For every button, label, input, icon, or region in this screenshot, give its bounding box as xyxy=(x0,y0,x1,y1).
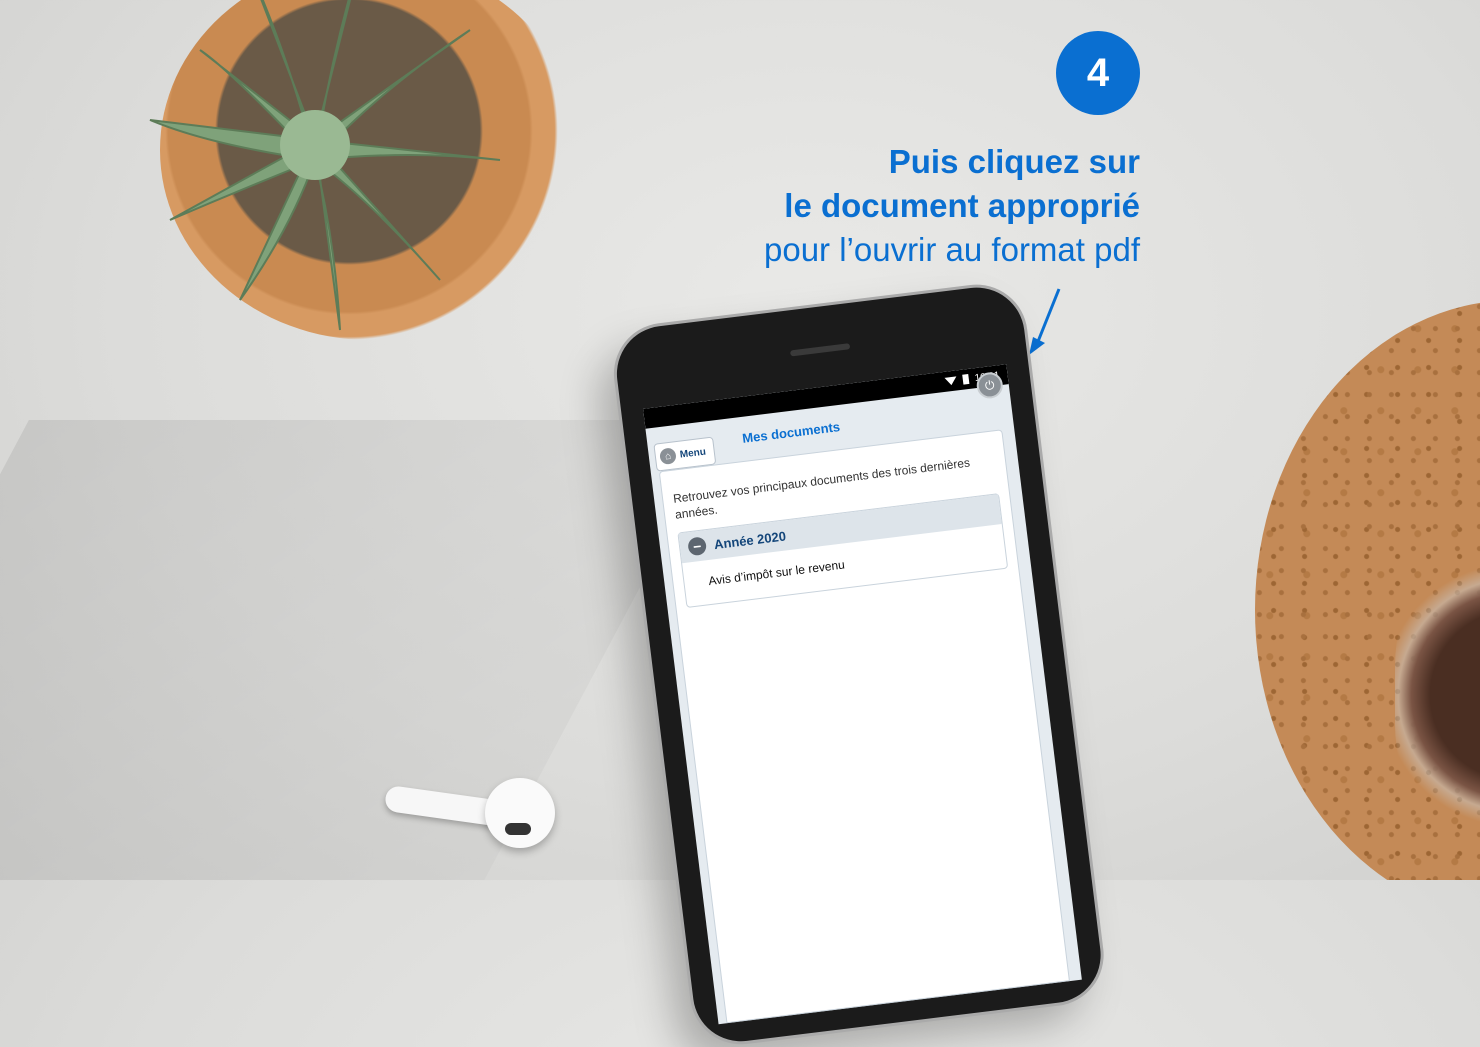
wifi-icon xyxy=(944,376,958,386)
collapse-minus-icon: − xyxy=(687,536,708,557)
instruction-line-1: Puis cliquez sur xyxy=(888,143,1140,180)
instruction-line-3: pour l’ouvrir au format pdf xyxy=(763,231,1140,268)
earbud-head xyxy=(485,778,555,848)
arrow-down-left-icon xyxy=(1029,288,1061,355)
phone-screen: 10:01 ⏻ ⌂ Menu Mes documents Retrouvez v… xyxy=(643,364,1082,1025)
power-icon: ⏻ xyxy=(984,377,996,393)
step-number-badge: 4 xyxy=(1056,31,1140,115)
shadow-background xyxy=(0,420,729,880)
page-title: Mes documents xyxy=(741,419,841,446)
earbud-grill xyxy=(505,823,531,835)
instruction-line-2: le document approprié xyxy=(784,187,1140,224)
documents-panel: Retrouvez vos principaux documents des t… xyxy=(658,429,1070,1024)
accordion-year-label: Année 2020 xyxy=(713,527,787,552)
battery-icon xyxy=(962,373,970,385)
smartphone: 10:01 ⏻ ⌂ Menu Mes documents Retrouvez v… xyxy=(611,282,1107,1047)
home-icon: ⌂ xyxy=(659,447,677,466)
succulent-plant-icon xyxy=(149,0,501,331)
menu-label: Menu xyxy=(679,446,707,461)
instruction-text: Puis cliquez sur le document approprié p… xyxy=(764,140,1140,272)
